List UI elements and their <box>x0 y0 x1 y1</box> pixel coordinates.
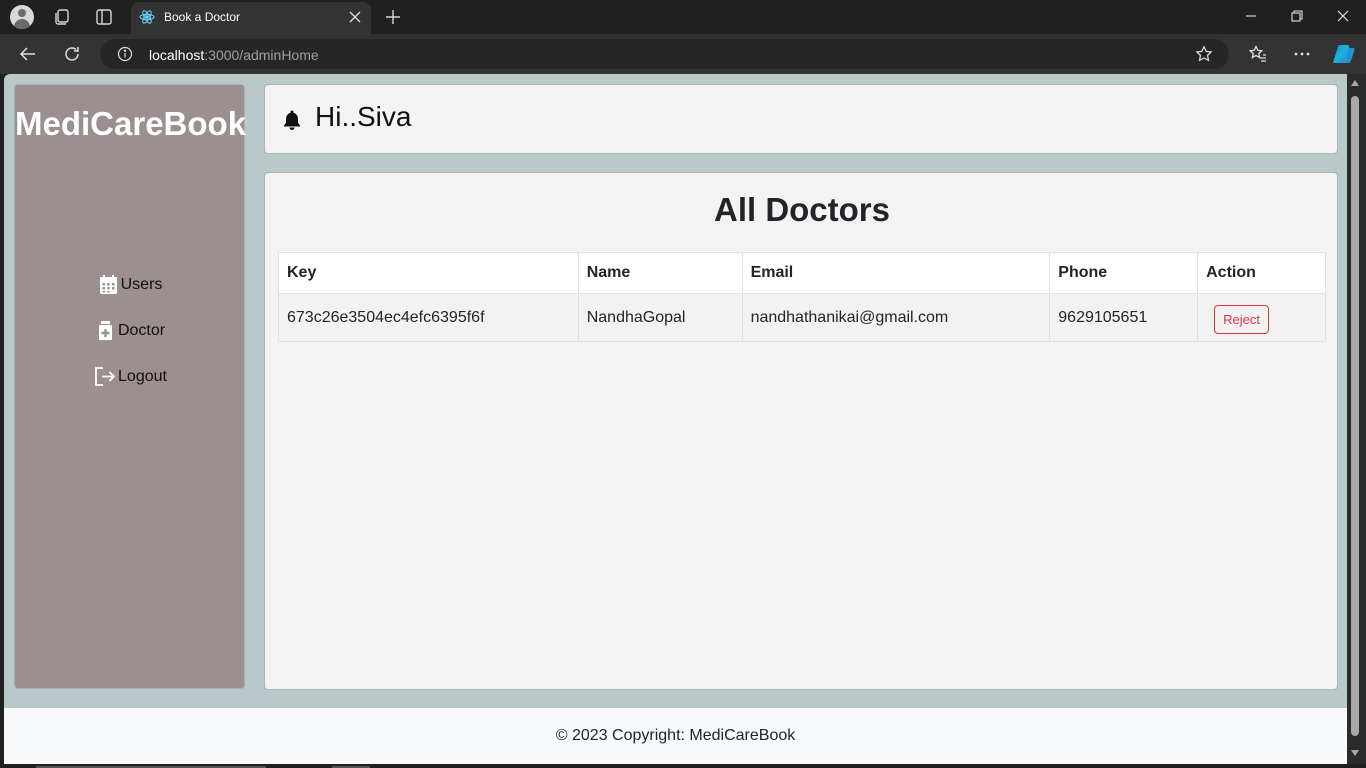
tab-actions-icon[interactable] <box>94 7 114 27</box>
calendar-icon <box>99 275 117 294</box>
close-tab-icon[interactable] <box>349 11 361 23</box>
url-bar[interactable]: localhost:3000/adminHome <box>100 39 1229 69</box>
sidebar-item-users[interactable]: Users <box>15 274 246 304</box>
cell-action: Reject <box>1197 293 1326 342</box>
react-logo-icon <box>139 10 155 24</box>
window-bottom-edge <box>0 764 1366 768</box>
doctors-table: Key Name Email Phone Action 673c26e3504e… <box>278 252 1326 342</box>
column-header-action: Action <box>1197 252 1326 294</box>
copyright-text: © 2023 Copyright: MediCareBook <box>555 727 796 744</box>
header-bar: Hi..Siva <box>264 84 1338 154</box>
scroll-down-icon[interactable] <box>1351 750 1359 756</box>
tab-title: Book a Doctor <box>164 10 241 24</box>
medical-kit-icon <box>98 321 112 340</box>
page-scrollbar[interactable] <box>1347 74 1366 764</box>
scrollbar-thumb[interactable] <box>1351 96 1359 736</box>
restore-icon[interactable] <box>1290 9 1304 23</box>
sidebar-item-label: Logout <box>118 367 167 385</box>
logout-icon <box>95 367 116 386</box>
browser-address-bar: localhost:3000/adminHome <box>0 34 1366 74</box>
bell-icon[interactable] <box>282 109 302 131</box>
minimize-icon[interactable] <box>1244 9 1258 23</box>
refresh-icon[interactable] <box>62 44 82 64</box>
main-content: All Doctors Key Name Email Phone Action … <box>264 172 1338 690</box>
url-host: localhost <box>149 47 205 63</box>
sidebar: MediCareBook Users Doctor Logout <box>14 84 247 689</box>
close-window-icon[interactable] <box>1336 9 1350 23</box>
page-viewport: MediCareBook Users Doctor Logout Hi..Siv… <box>4 74 1347 764</box>
cell-key: 673c26e3504ec4efc6395f6f <box>278 293 579 342</box>
column-header-name: Name <box>577 252 743 294</box>
favorite-star-icon[interactable] <box>1195 45 1213 63</box>
footer: © 2023 Copyright: MediCareBook <box>4 708 1347 764</box>
profile-avatar-icon[interactable] <box>10 5 34 29</box>
greeting-text: Hi..Siva <box>315 101 412 132</box>
table-header-row: Key Name Email Phone Action <box>278 252 1326 294</box>
cell-phone: 9629105651 <box>1049 293 1199 342</box>
brand-logo-text: MediCareBook <box>15 105 247 142</box>
url-path: :3000/adminHome <box>204 47 319 63</box>
back-arrow-icon[interactable] <box>18 44 38 64</box>
workspaces-icon[interactable] <box>52 7 72 27</box>
url-text: localhost:3000/adminHome <box>149 47 319 63</box>
cell-email: nandhathanikai@gmail.com <box>741 293 1051 342</box>
page-title: All Doctors <box>713 191 891 228</box>
reject-button[interactable]: Reject <box>1214 304 1269 334</box>
browser-tab-active[interactable]: Book a Doctor <box>131 2 371 34</box>
favorites-icon[interactable] <box>1248 44 1268 64</box>
table-row: 673c26e3504ec4efc6395f6f NandhaGopal nan… <box>278 293 1326 342</box>
scroll-up-icon[interactable] <box>1351 80 1359 86</box>
sidebar-item-label: Users <box>120 275 163 293</box>
new-tab-icon[interactable] <box>384 8 402 26</box>
sidebar-item-doctor[interactable]: Doctor <box>15 320 246 350</box>
more-menu-icon[interactable] <box>1292 44 1312 64</box>
sidebar-item-label: Doctor <box>117 321 166 339</box>
browser-tab-bar: Book a Doctor <box>0 0 1366 34</box>
cell-name: NandhaGopal <box>577 293 743 342</box>
site-info-icon[interactable] <box>117 46 133 62</box>
column-header-email: Email <box>741 252 1051 294</box>
sidebar-item-logout[interactable]: Logout <box>15 366 246 396</box>
column-header-key: Key <box>278 252 579 294</box>
copilot-icon[interactable] <box>1332 42 1356 66</box>
column-header-phone: Phone <box>1049 252 1199 294</box>
